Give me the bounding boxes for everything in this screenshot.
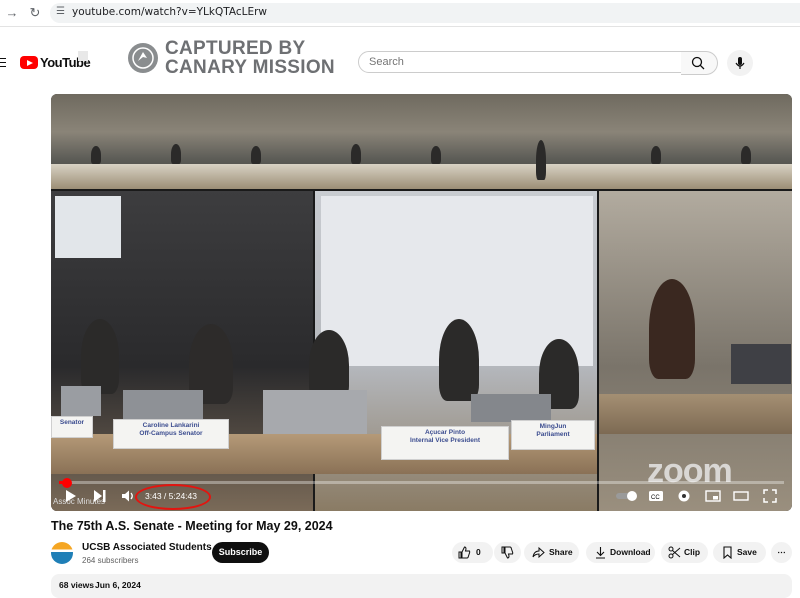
progress-scrubber[interactable]	[61, 477, 72, 488]
captions-icon: CC	[649, 491, 663, 501]
download-button[interactable]: Download	[586, 542, 655, 563]
forward-icon[interactable]: →	[3, 4, 21, 22]
site-info-icon[interactable]: ☰	[56, 6, 65, 17]
captions-button[interactable]: CC	[648, 489, 664, 506]
more-horizontal-icon: ⋯	[777, 547, 786, 557]
miniplayer-icon	[705, 490, 721, 502]
attendee-figure	[651, 146, 661, 164]
laptop	[731, 344, 791, 384]
search-button[interactable]	[681, 51, 718, 75]
url-text: youtube.com/watch?v=YLkQTAcLErw	[72, 6, 268, 18]
nameplate: Caroline Lankarini Off-Campus Senator	[113, 419, 229, 449]
download-label: Download	[610, 547, 651, 557]
play-icon	[66, 490, 76, 502]
volume-button[interactable]	[121, 489, 135, 506]
share-label: Share	[549, 547, 573, 557]
desk	[599, 394, 792, 434]
youtube-play-icon	[20, 56, 38, 69]
canary-mission-logo-icon	[128, 43, 158, 73]
nameplate: Açucar Pinto Internal Vice President	[381, 426, 509, 460]
attendee-figure	[171, 144, 181, 164]
next-button[interactable]	[93, 489, 107, 506]
fullscreen-button[interactable]	[763, 489, 777, 506]
autoplay-toggle[interactable]	[615, 489, 639, 506]
like-count: 0	[476, 547, 481, 557]
settings-button[interactable]	[677, 489, 691, 506]
attendee-figure	[251, 146, 261, 164]
dislike-button[interactable]	[494, 542, 521, 563]
clip-button[interactable]: Clip	[661, 542, 708, 563]
svg-text:CC: CC	[651, 495, 660, 501]
attendee-figure	[91, 146, 101, 164]
download-icon	[596, 547, 605, 559]
video-title: The 75th A.S. Senate - Meeting for May 2…	[51, 519, 333, 533]
play-button[interactable]	[65, 489, 77, 506]
autoplay-toggle-icon	[616, 491, 637, 501]
theater-icon	[733, 491, 749, 501]
more-actions-button[interactable]: ⋯	[771, 542, 792, 563]
red-annotation-circle	[135, 484, 211, 510]
like-button[interactable]: 0	[452, 542, 493, 563]
share-icon	[532, 546, 545, 559]
channel-avatar[interactable]	[51, 542, 73, 564]
volume-icon	[122, 490, 133, 502]
theater-mode-button[interactable]	[733, 489, 749, 506]
description-box[interactable]: 68 views Jun 6, 2024	[51, 574, 792, 598]
save-button[interactable]: Save	[713, 542, 766, 563]
laptop	[123, 390, 203, 420]
senator-figure	[649, 279, 695, 379]
fullscreen-icon	[763, 489, 777, 503]
search-input[interactable]	[358, 51, 682, 73]
voice-search-button[interactable]	[727, 50, 753, 76]
attendee-figure	[431, 146, 441, 164]
gear-icon	[678, 490, 690, 502]
zoom-watermark: zoom	[647, 452, 733, 490]
video-player[interactable]: Caroline Lankarini Off-Campus Senator Aç…	[51, 94, 792, 511]
attendee-figure	[536, 140, 546, 180]
attendee-figure	[741, 146, 751, 164]
next-icon	[94, 490, 106, 502]
nameplate: Senator	[51, 416, 93, 438]
thumbs-down-icon	[501, 546, 514, 559]
nameplate: MingJun Parliament	[511, 420, 595, 450]
browser-toolbar: → ↻ ☰ youtube.com/watch?v=YLkQTAcLErw	[0, 0, 800, 27]
scissors-icon	[668, 546, 681, 559]
address-bar[interactable]: ☰ youtube.com/watch?v=YLkQTAcLErw	[50, 3, 800, 23]
menu-icon[interactable]	[0, 55, 8, 69]
subscriber-count: 264 subscribers	[82, 556, 139, 565]
miniplayer-button[interactable]	[705, 489, 721, 506]
microphone-icon	[735, 57, 745, 69]
projector-screen	[55, 196, 121, 258]
view-count: 68 views	[59, 580, 94, 590]
senator-figure	[439, 319, 479, 401]
subscribe-button[interactable]: Subscribe	[212, 542, 269, 563]
channel-name[interactable]: UCSB Associated Students	[82, 542, 212, 553]
bookmark-icon	[723, 546, 732, 559]
clip-label: Clip	[684, 547, 701, 557]
upload-date: Jun 6, 2024	[95, 580, 141, 590]
thumbs-up-icon	[458, 546, 471, 559]
reload-icon[interactable]: ↻	[26, 4, 44, 22]
attendee-figure	[351, 144, 361, 164]
video-room-table	[51, 164, 792, 189]
senator-figure	[81, 319, 119, 394]
share-button[interactable]: Share	[524, 542, 579, 563]
save-label: Save	[737, 547, 757, 557]
laptop	[61, 386, 101, 416]
search-icon	[691, 56, 705, 70]
country-code-box	[78, 51, 88, 61]
laptop	[471, 394, 551, 422]
overlay-caption-line2: CANARY MISSION	[165, 57, 335, 78]
